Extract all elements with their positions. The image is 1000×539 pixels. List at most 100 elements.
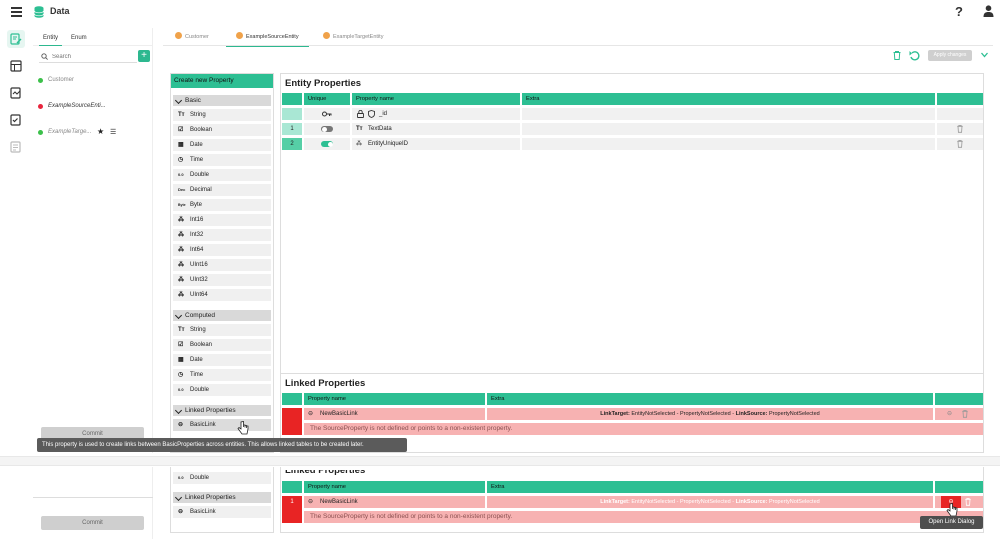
link-icon[interactable]: ⊖ [947,408,952,420]
trash-icon[interactable] [957,140,963,148]
palette-item-basic-link[interactable]: ⊖ BasicLink [173,419,271,431]
palette-item-basic-link[interactable]: ⊖ BasicLink [173,506,271,518]
palette-item-uint32[interactable]: ⁂ UInt32 [173,274,271,286]
palette-item-computed-date[interactable]: ▦ Date [173,354,271,366]
rail-checklist[interactable] [7,111,25,129]
status-dot [38,104,43,109]
group-basic[interactable]: Basic [173,95,271,106]
palette-item-uint64[interactable]: ⁂ UInt64 [173,289,271,301]
rail-reports[interactable] [7,84,25,102]
trash-icon[interactable] [957,125,963,133]
table-row[interactable]: ⊖ NewBasicLink [304,408,485,420]
tab-enum[interactable]: Enum [71,35,87,41]
entity-tab-icon [236,32,243,39]
lock-icon [357,110,364,118]
palette-item-computed-boolean[interactable]: ☑ Boolean [173,339,271,351]
tab-entity[interactable]: Entity [38,35,63,46]
calendar-icon: ▦ [178,357,184,363]
table-row[interactable]: _id [352,108,520,120]
error-message: The SourceProperty is not defined or poi… [304,511,983,523]
link-icon: ⊖ [178,509,184,515]
checkbox-icon: ☑ [178,342,184,348]
table-row[interactable]: Tт TextData [352,123,520,135]
search-input[interactable] [52,52,132,61]
hand-cursor-icon [946,503,958,517]
tab-customer[interactable]: Customer [175,32,209,46]
tab-example-target-entity[interactable]: ExampleTargetEntity [323,32,383,46]
extra-cell: LinkTarget: EntityNotSelected - Property… [487,496,933,508]
palette-item-computed-double[interactable]: 0.0 Double [173,384,271,396]
menu-icon[interactable] [11,7,22,17]
entity-name: Customer [48,77,75,83]
apply-changes-button[interactable]: Apply changes [928,50,972,61]
entity-list: Customer ExampleSourceEnti... ExampleTar… [33,74,153,152]
property-name: NewBasicLink [320,411,358,417]
tooltip-basic-link: This property is used to create links be… [37,438,407,452]
commit-button[interactable]: Commit [41,516,144,530]
unique-cell [304,123,350,135]
palette-item-computed-string[interactable]: Tт String [173,324,271,336]
column-header-index [282,481,302,493]
link-icon: ⊖ [178,422,184,428]
palette-item-string[interactable]: Tт String [173,109,271,121]
palette-item-int16[interactable]: ⁂ Int16 [173,214,271,226]
rail-disabled[interactable] [7,138,25,156]
group-computed[interactable]: Computed [173,310,271,321]
star-icon[interactable]: ★ [97,127,104,136]
double-icon: 0.0 [178,172,184,177]
property-palette: Create new Property Basic Tт String ☑ Bool… [170,73,274,453]
column-header-extra: Extra [487,481,933,493]
table-icon [10,60,22,72]
chevron-down-icon[interactable] [981,52,988,58]
unique-toggle[interactable] [321,126,333,132]
actions-cell: ⊖ [935,496,983,508]
linked-properties-title: Linked Properties [285,467,366,476]
group-linked-properties[interactable]: Linked Properties [173,492,271,503]
rail-entity-editor[interactable] [7,30,25,48]
extra-cell [522,108,935,120]
column-header-unique: Unique [304,93,350,105]
palette-item-decimal[interactable]: Dec Decimal [173,184,271,196]
actions-cell: ⊖ [935,408,983,420]
status-dot [38,78,43,83]
app-title: Data [50,6,70,16]
tab-example-source-entity[interactable]: ExampleSourceEntity [226,32,309,47]
table-row[interactable]: ⊖ NewBasicLink [304,496,485,508]
add-entity-button[interactable]: + [138,50,150,62]
list-item[interactable]: ExampleSourceEnti... [33,100,153,126]
rail-data[interactable] [7,57,25,75]
help-icon[interactable]: ? [955,4,963,19]
palette-item-int32[interactable]: ⁂ Int32 [173,229,271,241]
list-item[interactable]: Customer [33,74,153,100]
column-header-property-name: Property name [304,481,485,493]
list-edit-icon[interactable]: ☰ [110,128,116,136]
screenshot-separator [0,456,1000,466]
row-index [282,108,302,120]
palette-item-boolean[interactable]: ☑ Boolean [173,124,271,136]
trash-icon[interactable] [893,51,901,60]
undo-icon[interactable] [909,50,920,61]
palette-item-computed-time[interactable]: ◷ Time [173,369,271,381]
decimal-icon: Dec [178,187,186,192]
entity-tab-icon [323,32,330,39]
palette-item-uint16[interactable]: ⁂ UInt16 [173,259,271,271]
unique-toggle[interactable] [321,141,333,147]
palette-item-double[interactable]: 0.0 Double [173,169,271,181]
palette-item-date[interactable]: ▦ Date [173,139,271,151]
table-row [304,108,350,120]
clock-icon: ◷ [178,157,184,163]
list-item[interactable]: ExampleTarge... ★ ☰ [33,126,153,152]
palette-item-computed-double[interactable]: 0.0 Double [173,472,271,484]
table-row[interactable]: ⁂ EntityUniqueID [352,138,520,150]
entity-tab-icon [175,32,182,39]
trash-icon[interactable] [962,410,968,418]
trash-icon[interactable] [965,498,971,506]
group-linked-properties[interactable]: Linked Properties [173,405,271,416]
actions-cell [937,138,983,150]
palette-item-byte[interactable]: Byte Byte [173,199,271,211]
checkbox-icon: ☑ [178,127,184,133]
palette-item-int64[interactable]: ⁂ Int64 [173,244,271,256]
user-icon[interactable] [983,5,994,17]
edit-entity-icon [10,33,22,45]
palette-item-time[interactable]: ◷ Time [173,154,271,166]
